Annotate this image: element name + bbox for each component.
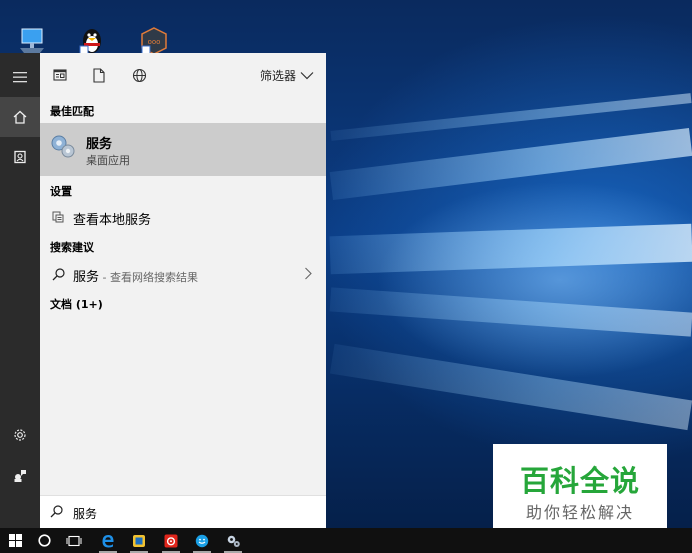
search-icon [50,266,66,282]
feedback-icon[interactable] [0,455,40,495]
netease-music-icon[interactable] [157,528,185,553]
apps-filter-icon[interactable] [51,66,69,84]
settings-result-row[interactable]: 查看本地服务 [40,204,326,230]
edge-browser-icon[interactable] [94,528,122,553]
watermark: 百科全说 助你轻松解决 [493,444,667,528]
task-view-icon[interactable] [60,528,88,553]
taskbar [0,528,692,553]
search-input[interactable]: 服务 [73,505,97,522]
svg-text:ooo: ooo [148,38,161,46]
chat-app-icon[interactable] [188,528,216,553]
search-filter-toolbar: 筛选器 [40,53,326,97]
filter-label: 筛选器 [259,68,296,83]
settings-heading: 设置 [50,185,72,198]
home-icon[interactable] [0,97,40,137]
search-box[interactable]: 服务 [40,495,326,528]
settings-gear-icon[interactable] [0,415,40,455]
suggestion-hint: - 查看网络搜索结果 [99,271,198,284]
web-suggestion-row[interactable]: 服务 - 查看网络搜索结果 [40,261,326,287]
documents-heading[interactable]: 文档 (1+) [50,296,103,312]
best-match-subtitle: 桌面应用 [86,154,130,167]
filter-dropdown-button[interactable]: 筛选器 [260,66,314,84]
notebook-icon[interactable] [0,137,40,177]
suggestion-text: 服务 - 查看网络搜索结果 [73,266,198,285]
search-icon [50,505,63,521]
services-app-icon[interactable] [219,528,247,553]
services-gears-icon [49,132,77,160]
best-match-heading: 最佳匹配 [50,105,94,118]
cortana-circle-icon[interactable] [30,528,58,553]
start-menu-rail [0,53,40,528]
suggestions-heading: 搜索建议 [50,241,94,254]
chevron-down-icon [300,71,314,79]
watermark-subtitle: 助你轻松解决 [525,503,634,522]
suggestion-query: 服务 [73,270,100,285]
best-match-name: 服务 [86,137,113,152]
best-match-result[interactable]: 服务 桌面应用 [40,123,326,176]
documents-filter-icon[interactable] [90,66,108,84]
settings-result-label: 查看本地服务 [73,213,152,228]
chevron-right-icon [304,267,312,283]
file-manager-icon[interactable] [125,528,153,553]
search-results-panel: 筛选器 最佳匹配 服务 桌面应用 设置 查看本地服务 搜索建议 服务 - 查看网… [40,53,326,528]
hamburger-menu-icon[interactable] [0,57,40,97]
web-filter-icon[interactable] [130,66,148,84]
windows-start-icon[interactable] [1,528,29,553]
watermark-title: 百科全说 [519,464,640,498]
local-services-icon [50,209,66,225]
